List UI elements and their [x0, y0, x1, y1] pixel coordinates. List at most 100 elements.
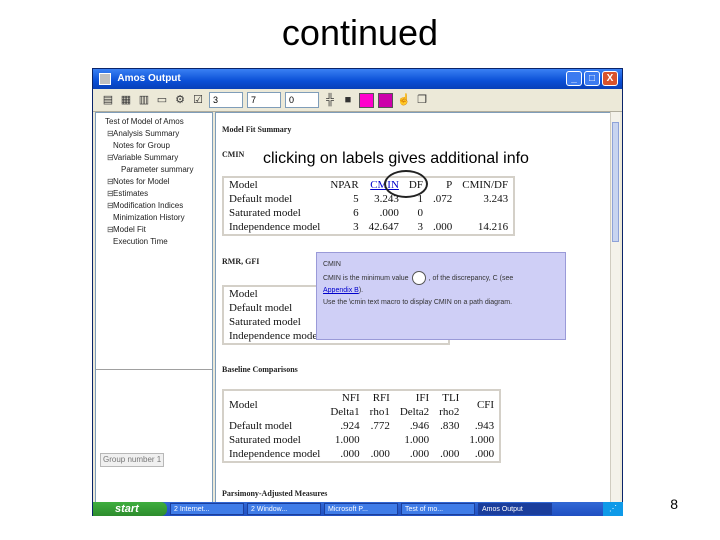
group-number-field[interactable]: Group number 1: [100, 453, 164, 467]
maximize-button[interactable]: □: [584, 71, 600, 86]
color-magenta-icon[interactable]: [378, 92, 393, 108]
column-spacing-field[interactable]: 7: [247, 92, 281, 108]
rmr-gfi-heading[interactable]: RMR, GFI: [222, 257, 259, 266]
tree-item-label: Modification Indices: [113, 201, 184, 210]
popup-text: CMIN is the minimum value: [323, 274, 409, 282]
scrollbar-thumb[interactable]: [612, 122, 619, 242]
column-header-ifi[interactable]: IFI: [395, 390, 434, 405]
cmin-info-popup: CMIN CMIN is the minimum value , of the d…: [316, 252, 566, 340]
popup-text: , of the discrepancy, C (see: [428, 274, 514, 282]
table-cell: 6: [353, 207, 359, 219]
column-header-nfi[interactable]: NFI: [325, 390, 364, 405]
start-button[interactable]: start: [93, 502, 167, 516]
table-cell: .772: [370, 420, 390, 432]
model-fit-heading[interactable]: Model Fit Summary: [222, 125, 291, 134]
column-header-model: Model: [229, 399, 258, 411]
tree-item[interactable]: Parameter summary: [99, 164, 209, 176]
table-row: Saturated model 6 .000 0: [223, 206, 514, 220]
book-icon[interactable]: ▥: [137, 93, 151, 107]
taskbar-item[interactable]: 2 Internet...: [170, 503, 244, 515]
tree-item[interactable]: ⊟Model Fit: [99, 224, 209, 236]
taskbar-item-active[interactable]: Amos Output: [478, 503, 552, 515]
column-header-p[interactable]: P: [428, 177, 457, 192]
table-cell: .946: [409, 420, 430, 432]
color-pink-icon[interactable]: [359, 92, 374, 108]
table-border-icon[interactable]: ╬: [323, 93, 337, 107]
open-folder-icon[interactable]: ▭: [155, 93, 169, 107]
column-subheader: Delta1: [330, 406, 360, 418]
print-icon[interactable]: ▦: [119, 93, 133, 107]
popup-line-2: Appendix B).: [323, 285, 559, 297]
table-cell: [365, 433, 395, 447]
slide-title: continued: [281, 12, 439, 53]
highlight-oval: [384, 170, 428, 198]
table-cell: 5: [353, 193, 359, 205]
taskbar: start 2 Internet... 2 Window... Microsof…: [93, 502, 623, 516]
table-row: Saturated model 1.000 1.000 1.000: [223, 433, 500, 447]
tree-item[interactable]: Notes for Group: [99, 140, 209, 152]
table-row: Default model .924 .772 .946 .830 .943: [223, 419, 500, 433]
copy-icon[interactable]: ❐: [415, 93, 429, 107]
column-subheader: Delta2: [399, 406, 430, 418]
navigation-tree: Test of Model of Amos ⊟Analysis Summary No…: [99, 116, 209, 248]
vertical-scrollbar[interactable]: [610, 112, 620, 508]
tree-item[interactable]: ⊟Notes for Model: [99, 176, 209, 188]
row-label: Default model: [229, 302, 293, 314]
close-button[interactable]: X: [602, 71, 618, 86]
row-label: Independence model: [229, 221, 321, 233]
row-label: Saturated model: [229, 434, 301, 446]
table-cell: .000: [474, 448, 495, 460]
column-header-tli[interactable]: TLI: [434, 390, 464, 405]
table-fill-icon[interactable]: ■: [341, 93, 355, 107]
column-header-cmin-df[interactable]: CMIN/DF: [457, 177, 514, 192]
column-header-model: Model: [229, 288, 258, 300]
table-cell: 3: [353, 221, 359, 233]
window-titlebar[interactable]: Amos Output _ □ X: [93, 69, 622, 89]
pointer-icon[interactable]: ☝: [397, 93, 411, 107]
window-title: Amos Output: [117, 73, 181, 84]
system-tray-icon[interactable]: ⋰: [603, 502, 623, 516]
table-cell: 3: [417, 221, 423, 233]
row-label: Independence model: [229, 330, 321, 342]
row-label: Saturated model: [229, 316, 301, 328]
tree-item-label: Variable Summary: [113, 153, 179, 162]
tree-item[interactable]: ⊟Analysis Summary: [99, 128, 209, 140]
tree-item-label: Model Fit: [113, 225, 146, 234]
column-subheader: rho1: [369, 406, 390, 418]
app-icon: [99, 73, 111, 85]
rotation-field[interactable]: 0: [285, 92, 319, 108]
tree-item[interactable]: ⊟Modification Indices: [99, 200, 209, 212]
pane-divider: [96, 369, 212, 370]
table-cell: .000: [432, 221, 453, 233]
decimals-field[interactable]: 3: [209, 92, 243, 108]
page-number: 8: [670, 496, 678, 512]
tree-item[interactable]: Minimization History: [99, 212, 209, 224]
column-header-npar[interactable]: NPAR: [325, 177, 363, 192]
table-cell: [428, 206, 457, 220]
cmin-heading[interactable]: CMIN: [222, 150, 244, 159]
column-header-model: Model: [229, 179, 258, 191]
appendix-link[interactable]: Appendix B: [323, 287, 359, 294]
tree-item[interactable]: ⊟Estimates: [99, 188, 209, 200]
row-label: Independence model: [229, 448, 321, 460]
tree-item-label: Execution Time: [113, 237, 168, 246]
options-icon[interactable]: ⚙: [173, 93, 187, 107]
minimize-button[interactable]: _: [566, 71, 582, 86]
toolbar: ▤ ▦ ▥ ▭ ⚙ ☑ 3 7 0 ╬ ■ ☝ ❐: [93, 89, 622, 112]
tree-item[interactable]: Test of Model of Amos: [99, 116, 209, 128]
print-preview-icon[interactable]: ▤: [101, 93, 115, 107]
parsimony-heading[interactable]: Parsimony-Adjusted Measures: [222, 489, 327, 498]
column-header-cfi[interactable]: CFI: [464, 390, 500, 419]
tree-item-label: Notes for Group: [113, 141, 170, 150]
tree-item[interactable]: Execution Time: [99, 236, 209, 248]
taskbar-item[interactable]: Microsoft P...: [324, 503, 398, 515]
taskbar-item[interactable]: 2 Window...: [247, 503, 321, 515]
tree-item[interactable]: ⊟Variable Summary: [99, 152, 209, 164]
baseline-comparisons-heading[interactable]: Baseline Comparisons: [222, 365, 298, 374]
table-cell: 1.000: [469, 434, 495, 446]
column-header-rfi[interactable]: RFI: [365, 390, 395, 405]
checkbox-icon[interactable]: ☑: [191, 93, 205, 107]
table-cell: 1.000: [404, 434, 430, 446]
taskbar-item[interactable]: Test of mo...: [401, 503, 475, 515]
table-cell: .830: [440, 420, 460, 432]
